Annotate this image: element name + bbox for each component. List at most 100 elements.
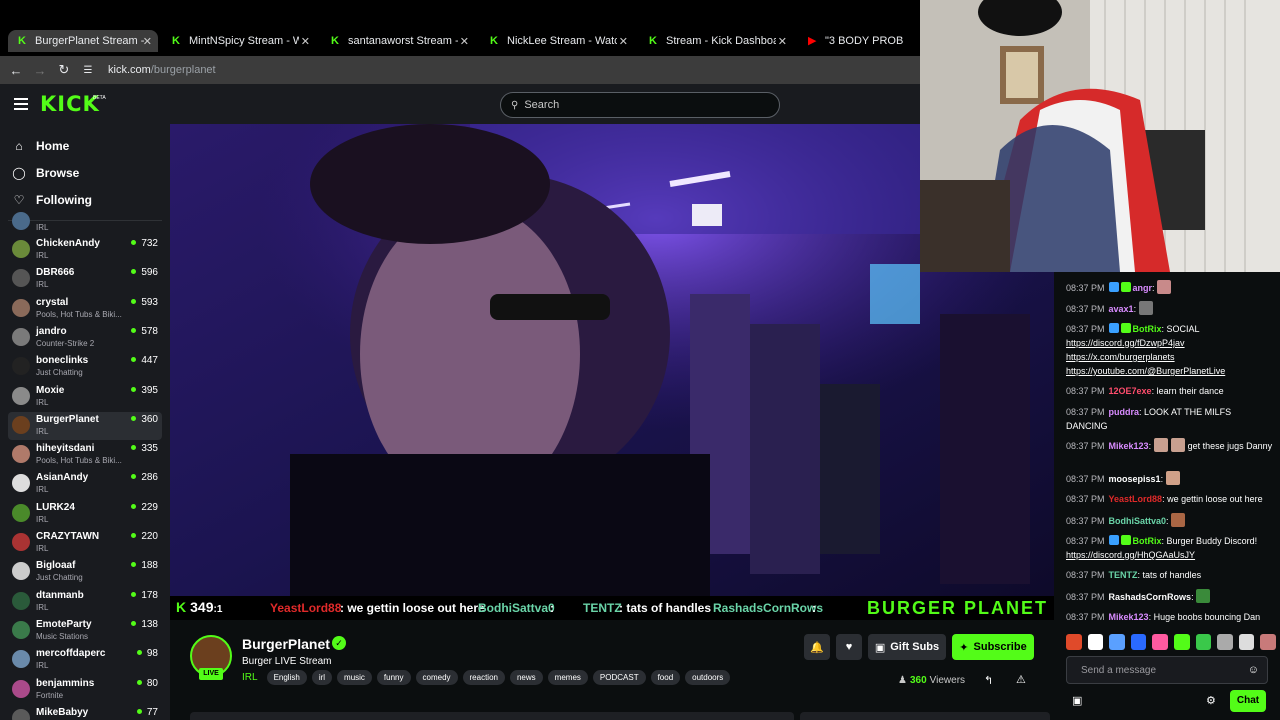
chat-username[interactable]: TENTZ [1109,570,1138,580]
gear-icon[interactable]: ⚙ [1206,694,1216,707]
chat-message-input[interactable]: Send a message ☺ [1066,656,1268,684]
chat-username[interactable]: BotRix [1133,324,1162,334]
tag-chip[interactable]: reaction [462,670,505,685]
emote-icon[interactable] [1130,634,1147,650]
tag-chip[interactable]: food [650,670,681,685]
browser-tab-label: BurgerPlanet Stream - Watc [35,35,145,47]
nav-home[interactable]: ⌂ Home [12,136,69,156]
chat-username[interactable]: avax1 [1109,304,1134,314]
avatar [12,562,30,581]
share-icon[interactable]: ↰ [984,674,993,687]
chat-username[interactable]: puddra [1109,407,1140,417]
close-icon[interactable]: ✕ [143,35,152,48]
channel-category: IRL [36,661,49,671]
report-icon[interactable]: ⚠ [1016,673,1026,686]
tag-chip[interactable]: comedy [415,670,458,685]
sidebar-channel[interactable]: Moxie IRL 395 [8,383,162,411]
sidebar-channel[interactable]: boneclinks Just Chatting 447 [8,353,162,381]
reload-icon[interactable]: ↻ [52,62,76,78]
chat-username[interactable]: BodhiSattva0 [1109,516,1167,526]
emote-icon[interactable] [1195,634,1212,650]
url-field[interactable]: kick.com/burgerplanet [108,64,216,76]
site-info-icon[interactable]: ☰ [76,65,100,76]
follow-button[interactable]: ♥ [836,634,862,660]
avatar [12,679,30,698]
emote-icon[interactable] [1260,634,1276,650]
chat-username[interactable]: YeastLord88 [1109,494,1163,504]
chat-username[interactable]: Mikek123 [1109,441,1149,451]
back-icon[interactable]: ← [4,63,28,78]
chat-link[interactable]: https://youtube.com/@BurgerPlanetLive [1066,366,1225,376]
sidebar-channel[interactable]: hiheyitsdani Pools, Hot Tubs & Biki... 335 [8,441,162,469]
chat-link[interactable]: https://x.com/burgerplanets [1066,352,1175,362]
emote-icon[interactable] [1152,634,1168,650]
close-icon[interactable]: ✕ [778,35,787,48]
notification-bell-button[interactable]: 🔔 [804,634,830,660]
sidebar-channel[interactable]: MikeBabyy 77 [8,705,162,720]
tag-chip[interactable]: funny [376,670,411,685]
sidebar-channel[interactable]: Bigloaaf Just Chatting 188 [8,558,162,586]
close-icon[interactable]: ✕ [301,35,310,48]
channel-name[interactable]: BurgerPlanet [242,636,330,652]
close-icon[interactable]: ✕ [619,35,628,48]
kick-logo[interactable]: KICK [40,92,100,116]
sidebar-channel[interactable]: EmoteParty Music Stations 138 [8,617,162,645]
viewer-count: 578 [131,326,158,337]
chat-link[interactable]: https://discord.gg/HhQGAaUsJY [1066,550,1195,560]
close-icon[interactable]: ✕ [460,35,469,48]
nav-browse[interactable]: ◯ Browse [12,163,79,183]
sidebar-channel[interactable]: ChickenAndy IRL 732 [8,236,162,264]
forward-icon[interactable]: → [28,63,52,78]
tag-chip[interactable]: English [266,670,307,685]
sidebar-channel[interactable]: jandro Counter-Strike 2 578 [8,324,162,352]
category-link[interactable]: IRL [242,672,258,683]
browser-tab[interactable]: K Stream - Kick Dashboard✕ [643,30,793,52]
emote-icon[interactable] [1087,634,1104,650]
emote-icon[interactable] [1109,634,1125,650]
chat-send-button[interactable]: Chat [1230,690,1266,712]
gift-subs-button[interactable]: ▣ Gift Subs [868,634,946,660]
browser-tab[interactable]: K MintNSpicy Stream - Watch Liv✕ [166,30,316,52]
chat-username[interactable]: moosepiss1 [1109,474,1161,484]
browser-tab[interactable]: K NickLee Stream - Watch Live o✕ [484,30,634,52]
chat-username[interactable]: Mikek123 [1109,612,1149,622]
sidebar-channel[interactable]: BurgerPlanet IRL 360 [8,411,162,440]
nav-following[interactable]: ♡ Following [12,190,92,210]
emote-icon[interactable] [1066,634,1082,650]
chat-username[interactable]: BotRix [1133,536,1162,546]
tag-chip[interactable]: music [337,670,372,685]
gift-icon[interactable]: ▣ [1072,694,1082,707]
sidebar-channel[interactable]: benjammins Fortnite 80 [8,676,162,704]
tag-chip[interactable]: irl [311,670,333,685]
browser-tab[interactable]: K BurgerPlanet Stream - Watc✕ [8,30,158,52]
tag-chip[interactable]: PODCAST [592,670,646,685]
sidebar-channel[interactable]: LURK24 IRL 229 [8,500,162,528]
emote-icon[interactable] [1217,634,1233,650]
sidebar-channel[interactable]: crystal Pools, Hot Tubs & Biki... 593 [8,295,162,323]
channel-name: mercoffdaperc [36,648,106,660]
avatar [12,445,30,464]
emote-icon[interactable] [1173,634,1190,650]
chat-link[interactable]: https://discord.gg/fDzwpP4jav [1066,338,1185,348]
tag-chip[interactable]: news [509,670,543,685]
tag-chip[interactable]: outdoors [685,670,731,685]
sidebar-channel[interactable]: DBR666 IRL 596 [8,265,162,293]
emote-icon[interactable] [1238,634,1255,650]
sidebar-channel[interactable]: CRAZYTAWN IRL 220 [8,529,162,557]
chat-username[interactable]: angr [1133,283,1153,293]
sidebar-channel[interactable]: mercoffdaperc IRL 98 [8,646,162,674]
sidebar-channel[interactable]: dtanmanb IRL 178 [8,588,162,616]
search-input[interactable]: ⚲ Search [500,92,780,118]
menu-icon[interactable] [14,98,28,110]
chat-username[interactable]: 12OE7exe [1109,386,1152,396]
browser-tab[interactable]: ▶ "3 BODY PROBLEM" EXPLA [802,30,920,52]
sidebar-channel-partial[interactable]: IRL [8,212,162,234]
chat-text: learn their dance [1156,386,1224,396]
chat-username[interactable]: RashadsCornRows [1109,592,1192,602]
tag-chip[interactable]: memes [547,670,588,685]
chat-text: Huge boobs bouncing Dan [1153,612,1261,622]
subscribe-button[interactable]: ✦ Subscribe [952,634,1034,660]
browser-tab[interactable]: Ksantanaworst Stream - Watch L✕ [325,30,475,52]
sidebar-channel[interactable]: AsianAndy IRL 286 [8,470,162,498]
emoji-icon[interactable]: ☺ [1248,664,1259,676]
